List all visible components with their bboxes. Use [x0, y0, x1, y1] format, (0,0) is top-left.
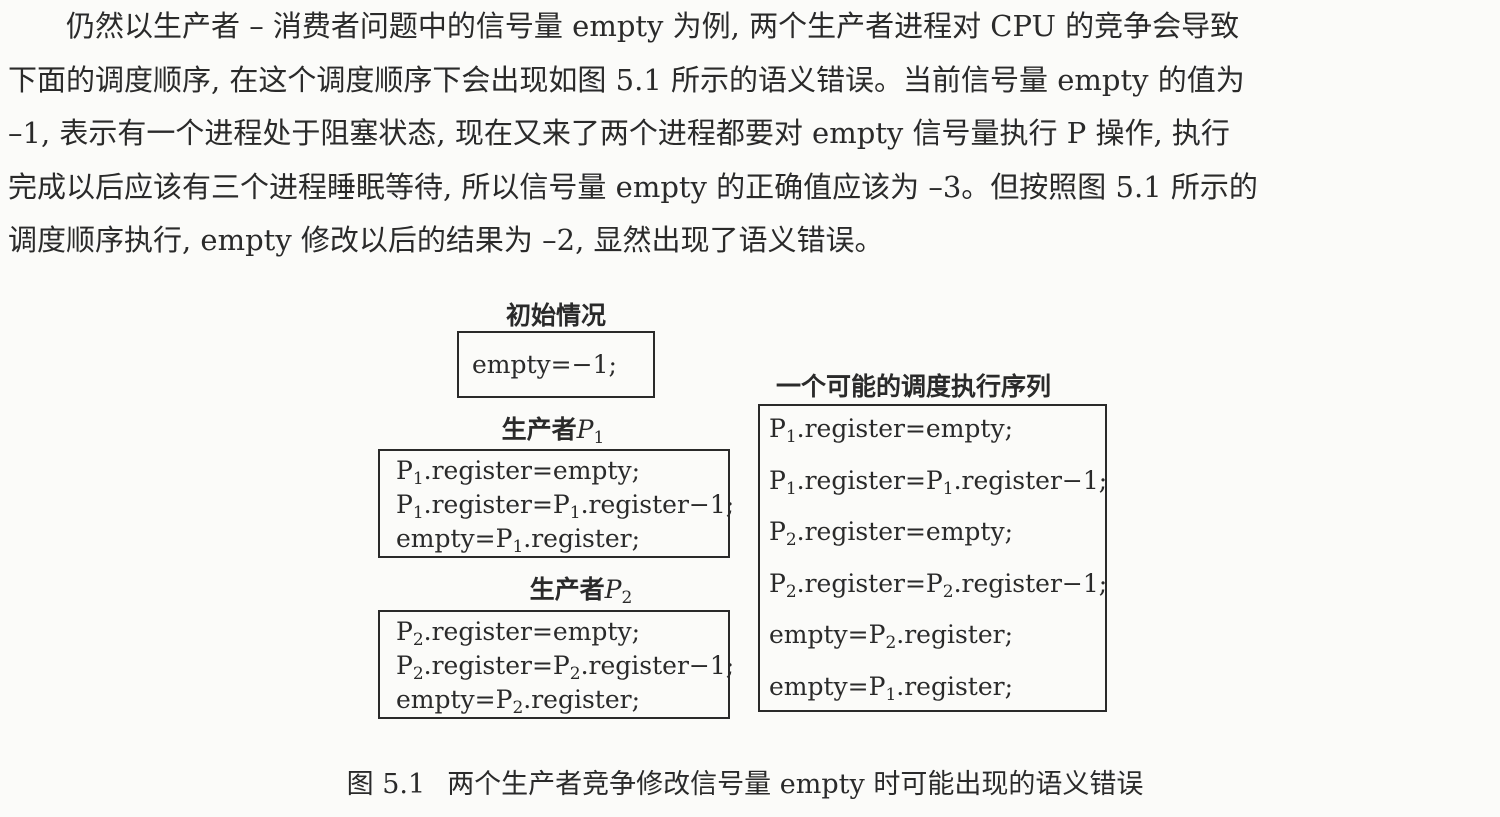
- producer-1-heading-prefix: 生产者: [501, 415, 577, 444]
- producer-2-code: P2.register=empty; P2.register=P2.regist…: [396, 615, 734, 717]
- producer-2-box: P2.register=empty; P2.register=P2.regist…: [378, 610, 734, 719]
- sequence-heading: 一个可能的调度执行序列: [776, 372, 1052, 401]
- sequence-code: P1.register=empty; P1.register=P1.regist…: [769, 409, 1107, 718]
- sequence-line: empty=P2.register;: [769, 620, 1014, 653]
- producer-2-heading: 生产者P2: [406, 570, 756, 608]
- sequence-line: P2.register=empty;: [769, 517, 1014, 550]
- producer-1-code: P1.register=empty; P1.register=P1.regist…: [396, 454, 734, 556]
- producer-1-box: P1.register=empty; P1.register=P1.regist…: [378, 449, 734, 558]
- code-line: empty=P1.register;: [396, 524, 641, 557]
- figure-number: 图 5.1: [346, 769, 426, 800]
- code-line: P1.register=P1.register−1;: [396, 490, 735, 523]
- sequence-line: P2.register=P2.register−1;: [769, 568, 1108, 602]
- sequence-box: P1.register=empty; P1.register=P1.regist…: [758, 404, 1107, 712]
- initial-state-box: empty=−1;: [457, 331, 655, 398]
- initial-state-code: empty=−1;: [472, 350, 617, 379]
- code-line: P2.register=P2.register−1;: [396, 651, 735, 684]
- paragraph-line: 下面的调度顺序, 在这个调度顺序下会出现如图 5.1 所示的语义错误。当前信号量…: [8, 62, 1245, 97]
- code-line: P2.register=empty;: [396, 617, 641, 650]
- producer-1-heading-sub: 1: [593, 428, 605, 448]
- code-line: empty=P2.register;: [396, 685, 641, 718]
- sequence-line: empty=P1.register;: [769, 671, 1014, 705]
- paragraph-line: 仍然以生产者 – 消费者问题中的信号量 empty 为例, 两个生产者进程对 C…: [8, 9, 1240, 43]
- paragraph-line: –1, 表示有一个进程处于阻塞状态, 现在又来了两个进程都要对 empty 信号…: [8, 116, 1230, 150]
- producer-1-heading-var: P: [576, 415, 594, 444]
- paragraph-line: 完成以后应该有三个进程睡眠等待, 所以信号量 empty 的正确值应该为 –3。…: [8, 169, 1258, 204]
- producer-2-heading-sub: 2: [621, 588, 633, 608]
- sequence-line: P1.register=P1.register−1;: [769, 465, 1108, 499]
- producer-2-heading-prefix: 生产者: [529, 575, 605, 604]
- paragraph-line: 调度顺序执行, empty 修改以后的结果为 –2, 显然出现了语义错误。: [8, 223, 884, 257]
- figure-caption: 图 5.1 两个生产者竞争修改信号量 empty 时可能出现的语义错误: [0, 762, 1490, 801]
- sequence-line: P1.register=empty;: [769, 414, 1014, 447]
- code-line: P1.register=empty;: [396, 456, 641, 489]
- producer-1-heading: 生产者P1: [378, 410, 728, 448]
- body-paragraph: 仍然以生产者 – 消费者问题中的信号量 empty 为例, 两个生产者进程对 C…: [8, 0, 1488, 268]
- producer-2-heading-var: P: [604, 575, 622, 604]
- figure-caption-text: 两个生产者竞争修改信号量 empty 时可能出现的语义错误: [447, 769, 1144, 800]
- initial-state-heading: 初始情况: [505, 301, 606, 330]
